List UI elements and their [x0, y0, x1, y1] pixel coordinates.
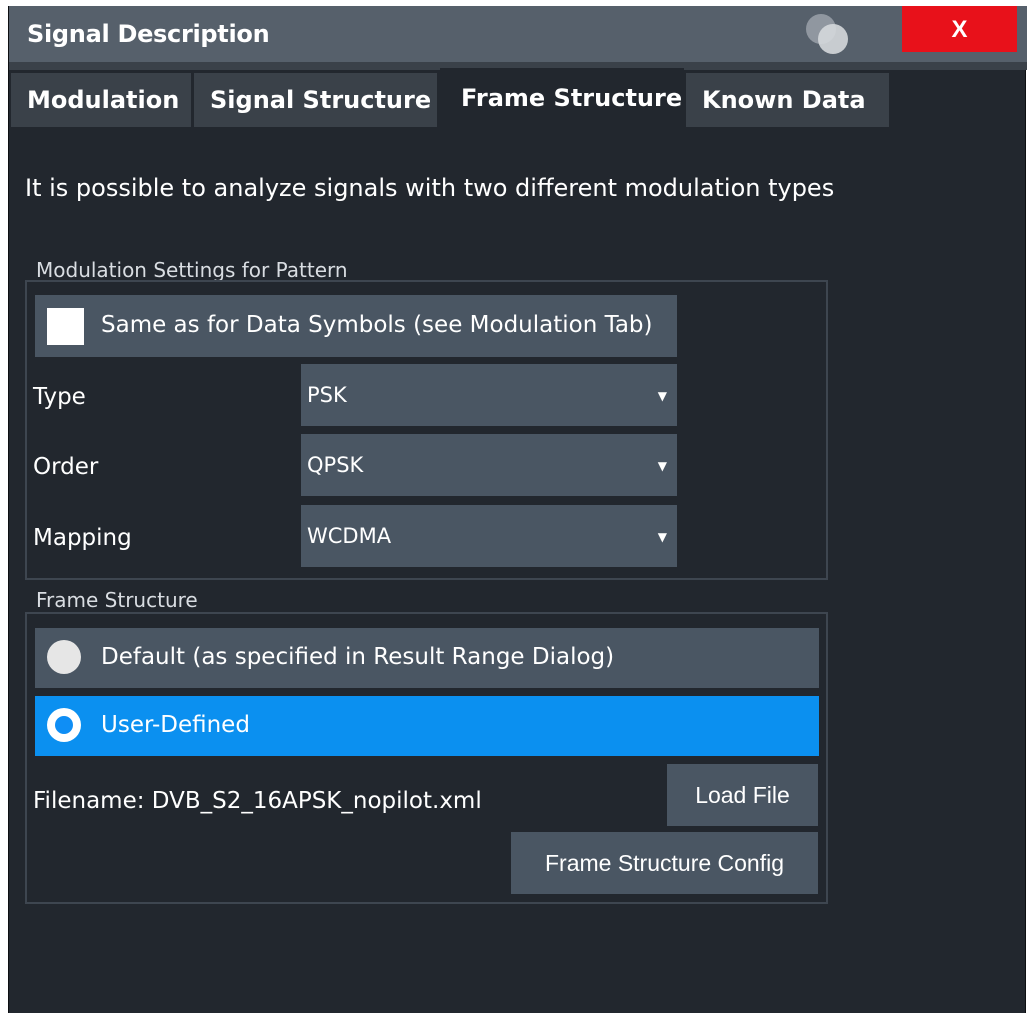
tab-signal-structure[interactable]: Signal Structure	[194, 73, 437, 127]
order-label: Order	[33, 454, 99, 480]
default-option-label: Default (as specified in Result Range Di…	[101, 644, 615, 670]
type-value: PSK	[307, 383, 347, 407]
rohde-schwarz-logo-icon	[804, 12, 854, 58]
type-select[interactable]: PSK ▼	[301, 364, 677, 426]
same-as-data-symbols-label: Same as for Data Symbols (see Modulation…	[101, 312, 653, 338]
chevron-down-icon: ▼	[657, 459, 667, 473]
mapping-select[interactable]: WCDMA ▼	[301, 505, 677, 567]
default-frame-option[interactable]: Default (as specified in Result Range Di…	[35, 628, 819, 688]
dialog-title: Signal Description	[27, 20, 270, 48]
tab-modulation[interactable]: Modulation	[11, 73, 191, 127]
load-file-button[interactable]: Load File	[667, 764, 818, 826]
mapping-value: WCDMA	[307, 524, 392, 548]
default-radio[interactable]	[47, 640, 81, 674]
user-defined-radio[interactable]	[47, 708, 81, 742]
type-label: Type	[33, 384, 86, 410]
same-as-data-symbols-toggle[interactable]: Same as for Data Symbols (see Modulation…	[35, 295, 677, 357]
order-select[interactable]: QPSK ▼	[301, 434, 677, 496]
user-defined-frame-option[interactable]: User-Defined	[35, 696, 819, 756]
chevron-down-icon: ▼	[657, 530, 667, 544]
modulation-settings-label: Modulation Settings for Pattern	[36, 258, 348, 282]
same-as-data-symbols-checkbox[interactable]	[47, 308, 84, 345]
title-bar: Signal Description X	[9, 6, 1027, 62]
description-text: It is possible to analyze signals with t…	[25, 174, 835, 202]
filename-label: Filename:	[33, 788, 145, 814]
filename-text: Filename: DVB_S2_16APSK_nopilot.xml	[33, 788, 482, 814]
frame-structure-label: Frame Structure	[36, 588, 198, 612]
frame-structure-config-button[interactable]: Frame Structure Config	[511, 832, 818, 894]
tab-known-data[interactable]: Known Data	[686, 73, 889, 127]
filename-value: DVB_S2_16APSK_nopilot.xml	[151, 788, 482, 814]
order-value: QPSK	[307, 453, 364, 477]
tab-frame-structure[interactable]: Frame Structure	[440, 68, 684, 132]
signal-description-dialog: Signal Description X Modulation Signal S…	[8, 6, 1027, 1013]
user-defined-option-label: User-Defined	[101, 712, 250, 738]
close-button[interactable]: X	[902, 6, 1017, 52]
mapping-label: Mapping	[33, 525, 132, 551]
chevron-down-icon: ▼	[657, 389, 667, 403]
